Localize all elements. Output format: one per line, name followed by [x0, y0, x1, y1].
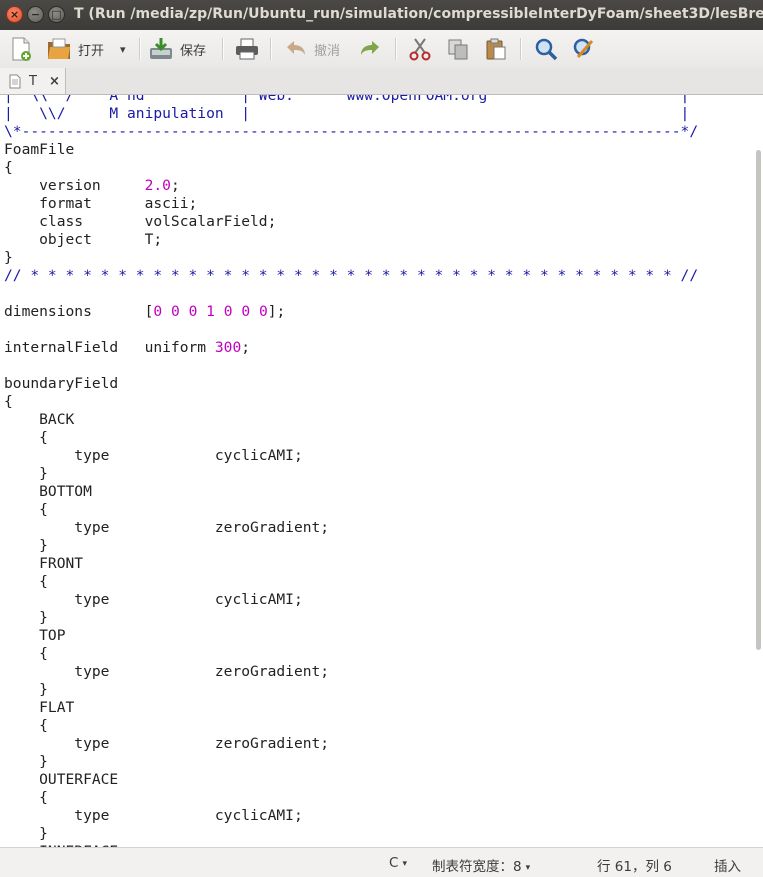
code-line: BOTTOM [4, 483, 92, 500]
toolbar: 打开 ▾ 保存 撤消 [0, 30, 763, 69]
tab-close-icon[interactable]: × [49, 74, 60, 89]
code-line: | \\/ M anipulation | | [4, 105, 690, 122]
code-line: { [4, 789, 48, 806]
open-label: 打开 [78, 43, 105, 59]
new-button[interactable] [8, 34, 34, 64]
code-line: { [4, 393, 13, 410]
find-icon [535, 38, 558, 61]
undo-icon [287, 41, 305, 55]
language-selector[interactable]: C ▾ [389, 855, 407, 871]
code-line: FRONT [4, 555, 84, 572]
code-line: | \\ / A nd | Web: www.OpenFOAM.org | [4, 95, 690, 104]
tab-label: T [29, 73, 37, 89]
copy-icon [448, 39, 468, 60]
code-line: type zeroGradient; [4, 519, 330, 536]
cut-button[interactable] [408, 34, 432, 64]
new-document-icon [12, 37, 31, 61]
code-line: BACK [4, 411, 75, 428]
print-icon [236, 38, 258, 60]
text-editor[interactable]: | \\ / A nd | Web: www.OpenFOAM.org | | … [0, 95, 763, 847]
find-button[interactable] [534, 34, 558, 64]
open-folder-icon [48, 38, 70, 59]
code-line: { [4, 501, 48, 518]
maximize-icon: □ [51, 8, 62, 21]
save-icon [150, 38, 172, 59]
code-line: FoamFile [4, 141, 75, 158]
cut-icon [409, 38, 431, 61]
find-replace-icon [573, 38, 594, 58]
insert-mode: 插入 [714, 859, 741, 875]
code-line: } [4, 609, 48, 626]
close-icon: × [9, 8, 20, 21]
toolbar-separator [520, 38, 522, 60]
find-replace-button[interactable] [572, 34, 596, 64]
code-line: dimensions [0 0 0 1 0 0 0]; [4, 303, 286, 320]
copy-button[interactable] [446, 34, 470, 64]
code-line: { [4, 645, 48, 662]
tab-T[interactable]: T × [0, 68, 66, 94]
tab-bar: T × [0, 68, 763, 95]
tab-width-selector[interactable]: 制表符宽度：8 ▾ [432, 855, 530, 875]
code-line: \*--------------------------------------… [4, 123, 699, 140]
toolbar-separator [395, 38, 397, 60]
language-label: C [389, 855, 399, 871]
code-line: } [4, 249, 13, 266]
code-line: // * * * * * * * * * * * * * * * * * * *… [4, 267, 699, 284]
open-recent-dropdown[interactable]: ▾ [120, 34, 126, 64]
paste-button[interactable] [484, 34, 508, 64]
code-line: type zeroGradient; [4, 663, 330, 680]
code-line: version 2.0; [4, 177, 180, 194]
window-close-button[interactable]: × [6, 6, 23, 23]
code-line: { [4, 159, 13, 176]
code-line: } [4, 681, 48, 698]
code-line: } [4, 465, 48, 482]
redo-icon [361, 41, 379, 55]
undo-label: 撤消 [314, 43, 341, 59]
code-line: } [4, 537, 48, 554]
code-line: } [4, 753, 48, 770]
open-button[interactable]: 打开 [46, 34, 104, 64]
title-bar: × − □ T (Run /media/zp/Run/Ubuntu_run/si… [0, 0, 763, 30]
code-line: FLAT [4, 699, 75, 716]
redo-button[interactable] [358, 34, 382, 64]
chevron-down-icon: ▾ [525, 863, 531, 873]
code-line: type zeroGradient; [4, 735, 330, 752]
code-line: type cyclicAMI; [4, 447, 303, 464]
code-line: TOP [4, 627, 66, 644]
code-line: format ascii; [4, 195, 198, 212]
print-button[interactable] [234, 34, 260, 64]
code-view[interactable]: | \\ / A nd | Web: www.OpenFOAM.org | | … [4, 95, 698, 847]
cursor-position: 行 61，列 6 [597, 859, 672, 875]
code-line: { [4, 429, 48, 446]
window-title: T (Run /media/zp/Run/Ubuntu_run/simulati… [74, 6, 763, 22]
minimize-icon: − [30, 8, 41, 21]
code-line: class volScalarField; [4, 213, 277, 230]
code-line: type cyclicAMI; [4, 591, 303, 608]
tab-width-label: 制表符宽度：8 [432, 859, 522, 875]
chevron-down-icon: ▾ [120, 42, 126, 56]
window-maximize-button[interactable]: □ [48, 6, 65, 23]
code-line: type cyclicAMI; [4, 807, 303, 824]
code-line: } [4, 825, 48, 842]
status-bar: C ▾ 制表符宽度：8 ▾ 行 61，列 6 插入 [0, 847, 763, 877]
code-line: internalField uniform 300; [4, 339, 251, 356]
toolbar-separator [139, 38, 141, 60]
window-minimize-button[interactable]: − [27, 6, 44, 23]
code-line: object T; [4, 231, 163, 248]
code-line: boundaryField [4, 375, 119, 392]
save-label: 保存 [180, 43, 207, 59]
code-line: { [4, 573, 48, 590]
text-document-icon [9, 74, 21, 88]
save-button[interactable]: 保存 [148, 34, 206, 64]
code-line: OUTERFACE [4, 771, 119, 788]
toolbar-separator [222, 38, 224, 60]
scrollbar-thumb[interactable] [756, 150, 761, 650]
toolbar-separator [270, 38, 272, 60]
paste-icon [486, 38, 506, 60]
chevron-down-icon: ▾ [402, 859, 407, 869]
code-line: { [4, 717, 48, 734]
undo-button[interactable]: 撤消 [284, 34, 340, 64]
